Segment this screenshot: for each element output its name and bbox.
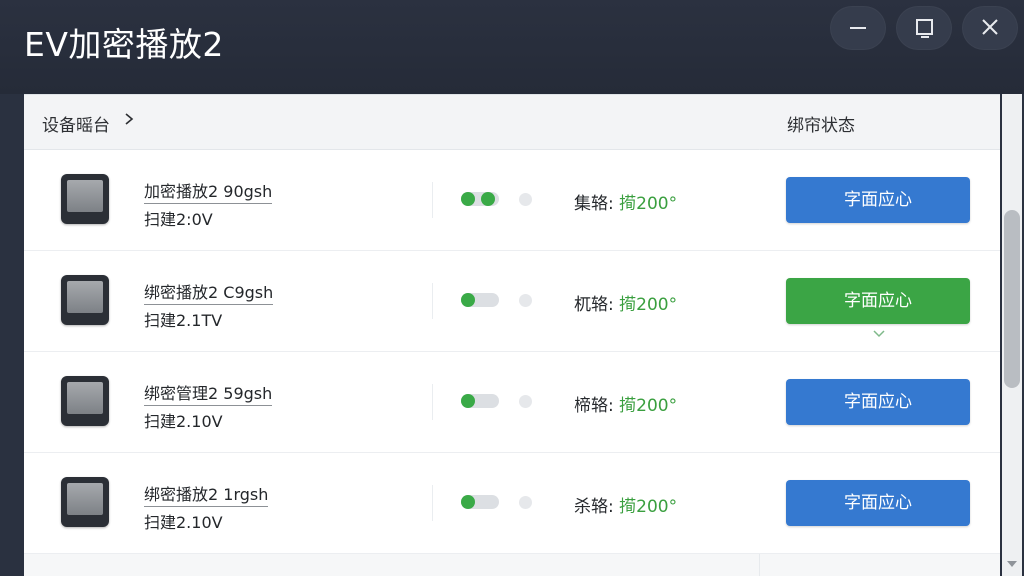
status-text: 杌辂: 㨚200° [574, 295, 678, 315]
row-divider [432, 384, 433, 420]
device-row[interactable]: 绑密播放2 1rgsh 扫建2.10V 杀辂: 㨚200° 字面应心 [24, 453, 1000, 554]
device-version: 扫建2.10V [144, 513, 223, 532]
title-bar[interactable]: EV加密播放2 [0, 0, 1024, 94]
row-divider [432, 182, 433, 218]
scroll-down-icon[interactable] [1006, 560, 1018, 568]
device-icon [61, 376, 109, 426]
status-dot [519, 294, 532, 307]
device-name[interactable]: 加密播放2 90gsh [144, 178, 273, 204]
connection-toggle[interactable] [461, 394, 499, 408]
close-icon [982, 19, 998, 35]
maximize-icon [916, 19, 933, 38]
device-name[interactable]: 绑密播放2 C9gsh [144, 279, 274, 305]
device-version: 扫建2.10V [144, 412, 223, 431]
status-value: 㨚200° [619, 497, 678, 517]
status-text: 楴辂: 㨚200° [574, 396, 678, 416]
scrollbar-thumb[interactable] [1004, 210, 1020, 388]
device-row[interactable]: 绑密播放2 C9gsh 扫建2.1TV 杌辂: 㨚200° 字面应心 [24, 251, 1000, 352]
list-header: 设备暚台 绑帘状态 [24, 95, 1000, 150]
status-text: 集辂: 㨚200° [574, 194, 678, 214]
device-row[interactable]: 绑密管理2 59gsh 扫建2.10V 楴辂: 㨚200° 字面应心 [24, 352, 1000, 453]
device-icon [61, 477, 109, 527]
status-value: 㨚200° [619, 396, 678, 416]
device-row[interactable]: 加密播放2 90gsh 扫建2:0V 集辂: 㨚200° 字面应心 [24, 150, 1000, 251]
chevron-right-icon[interactable] [124, 112, 134, 126]
row-action-button[interactable]: 字面应心 [786, 278, 970, 324]
vertical-scrollbar[interactable] [1002, 94, 1022, 576]
close-button[interactable] [962, 6, 1018, 50]
connection-toggle[interactable] [461, 495, 499, 509]
status-dot [519, 193, 532, 206]
row-action-button[interactable]: 字面应心 [786, 177, 970, 223]
minimize-icon [850, 27, 866, 29]
device-version: 扫建2.1TV [144, 311, 223, 330]
app-window: EV加密播放2 设备暚台 绑帘状态 加密播放2 90gsh 扫建2:0V 集辂:… [0, 0, 1024, 576]
status-text: 杀辂: 㨚200° [574, 497, 678, 517]
status-dot [519, 395, 532, 408]
row-divider [432, 283, 433, 319]
connection-toggle[interactable] [461, 293, 499, 307]
status-value: 㨚200° [619, 295, 678, 315]
row-action-button[interactable]: 字面应心 [786, 480, 970, 526]
device-name[interactable]: 绑密管理2 59gsh [144, 380, 273, 406]
status-value: 㨚200° [619, 194, 678, 214]
device-version: 扫建2:0V [144, 210, 213, 229]
maximize-button[interactable] [896, 6, 952, 50]
chevron-down-icon[interactable] [872, 329, 886, 339]
row-divider [432, 485, 433, 521]
status-dot [519, 496, 532, 509]
device-icon [61, 275, 109, 325]
device-name[interactable]: 绑密播放2 1rgsh [144, 481, 269, 507]
device-column-header[interactable]: 设备暚台 [42, 111, 110, 136]
row-action-button[interactable]: 字面应心 [786, 379, 970, 425]
minimize-button[interactable] [830, 6, 886, 50]
window-title: EV加密播放2 [24, 25, 224, 64]
device-list-panel: 设备暚台 绑帘状态 加密播放2 90gsh 扫建2:0V 集辂: 㨚200° 字… [24, 94, 1000, 576]
status-column-header: 绑帘状态 [787, 116, 855, 136]
connection-toggle[interactable] [461, 192, 499, 206]
device-icon [61, 174, 109, 224]
